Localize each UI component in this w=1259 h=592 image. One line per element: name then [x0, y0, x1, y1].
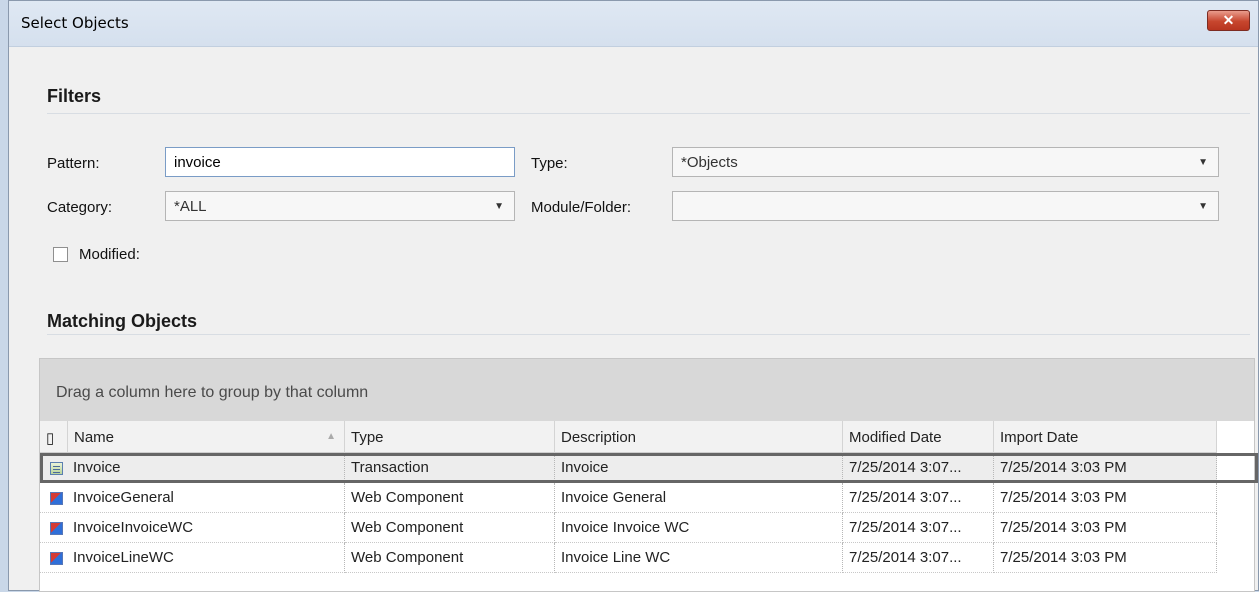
type-select[interactable]: *Objects ▼ — [672, 147, 1219, 177]
cell-import-date: 7/25/2014 3:03 PM — [994, 513, 1217, 543]
column-header-description[interactable]: Description — [555, 421, 843, 453]
row-name: InvoiceGeneral — [73, 489, 174, 506]
matching-objects-heading: Matching Objects — [47, 311, 198, 331]
chevron-down-icon: ▼ — [494, 201, 504, 212]
column-header-modified-date-label: Modified Date — [849, 429, 942, 446]
title-bar: Select Objects ✕ — [9, 1, 1258, 47]
row-name: InvoiceInvoiceWC — [73, 519, 194, 536]
web-component-icon — [50, 552, 63, 565]
web-component-icon — [50, 492, 63, 505]
column-header-description-label: Description — [561, 429, 637, 446]
table-row[interactable]: InvoiceGeneral Web Component Invoice Gen… — [40, 483, 1217, 513]
cell-import-date: 7/25/2014 3:03 PM — [994, 543, 1217, 573]
cell-type: Transaction — [345, 453, 555, 483]
cell-name: InvoiceGeneral — [40, 483, 345, 513]
module-folder-label: Module/Folder: — [531, 199, 632, 216]
sort-ascending-icon: ▲ — [326, 431, 336, 442]
row-name: Invoice — [73, 459, 121, 476]
window-title: Select Objects — [21, 14, 129, 32]
group-by-hint: Drag a column here to group by that colu… — [56, 384, 369, 401]
column-chooser-icon: ▯ — [46, 430, 55, 447]
cell-description: Invoice — [555, 453, 843, 483]
transaction-icon — [50, 462, 63, 475]
column-header-type-label: Type — [351, 429, 384, 446]
type-label: Type: — [531, 155, 568, 172]
category-select-value: *ALL — [174, 198, 207, 215]
close-button[interactable]: ✕ — [1207, 10, 1250, 31]
cell-import-date: 7/25/2014 3:03 PM — [994, 483, 1217, 513]
module-folder-select[interactable]: ▼ — [672, 191, 1219, 221]
column-header-import-date[interactable]: Import Date — [994, 421, 1217, 453]
chevron-down-icon: ▼ — [1198, 157, 1208, 168]
cell-type: Web Component — [345, 483, 555, 513]
column-header-import-date-label: Import Date — [1000, 429, 1079, 446]
cell-name: InvoiceInvoiceWC — [40, 513, 345, 543]
column-header-name-label: Name — [74, 429, 115, 446]
column-header-type[interactable]: Type — [345, 421, 555, 453]
cell-modified-date: 7/25/2014 3:07... — [843, 453, 994, 483]
cell-description: Invoice Line WC — [555, 543, 843, 573]
table-row[interactable]: InvoiceInvoiceWC Web Component Invoice I… — [40, 513, 1217, 543]
table-row[interactable]: Invoice Transaction Invoice 7/25/2014 3:… — [40, 453, 1258, 483]
cell-description: Invoice Invoice WC — [555, 513, 843, 543]
column-header-modified-date[interactable]: Modified Date — [843, 421, 994, 453]
matching-objects-grid: Drag a column here to group by that colu… — [39, 358, 1258, 592]
table-row[interactable]: InvoiceLineWC Web Component Invoice Line… — [40, 543, 1217, 573]
column-chooser-button[interactable]: ▯ — [40, 421, 68, 453]
cell-name: Invoice — [40, 453, 345, 483]
cell-type: Web Component — [345, 543, 555, 573]
column-header-name[interactable]: Name ▲ — [68, 421, 345, 453]
chevron-down-icon: ▼ — [1198, 201, 1208, 212]
web-component-icon — [50, 522, 63, 535]
category-select[interactable]: *ALL ▼ — [165, 191, 515, 221]
cell-type: Web Component — [345, 513, 555, 543]
filters-heading: Filters — [47, 86, 102, 106]
modified-checkbox[interactable] — [53, 247, 68, 262]
select-objects-dialog: Select Objects ✕ Filters Pattern: Type: … — [8, 0, 1259, 592]
cell-modified-date: 7/25/2014 3:07... — [843, 543, 994, 573]
pattern-label: Pattern: — [47, 155, 100, 172]
row-name: InvoiceLineWC — [73, 549, 174, 566]
cell-modified-date: 7/25/2014 3:07... — [843, 483, 994, 513]
group-by-panel[interactable]: Drag a column here to group by that colu… — [40, 359, 1254, 421]
pattern-input[interactable] — [165, 147, 515, 177]
filters-divider — [47, 113, 1250, 114]
cell-description: Invoice General — [555, 483, 843, 513]
cell-name: InvoiceLineWC — [40, 543, 345, 573]
matching-objects-divider — [47, 334, 1250, 335]
modified-label: Modified: — [79, 246, 140, 263]
type-select-value: *Objects — [681, 154, 738, 171]
close-icon: ✕ — [1222, 12, 1235, 28]
category-label: Category: — [47, 199, 113, 216]
cell-modified-date: 7/25/2014 3:07... — [843, 513, 994, 543]
cell-import-date: 7/25/2014 3:03 PM — [994, 453, 1217, 483]
